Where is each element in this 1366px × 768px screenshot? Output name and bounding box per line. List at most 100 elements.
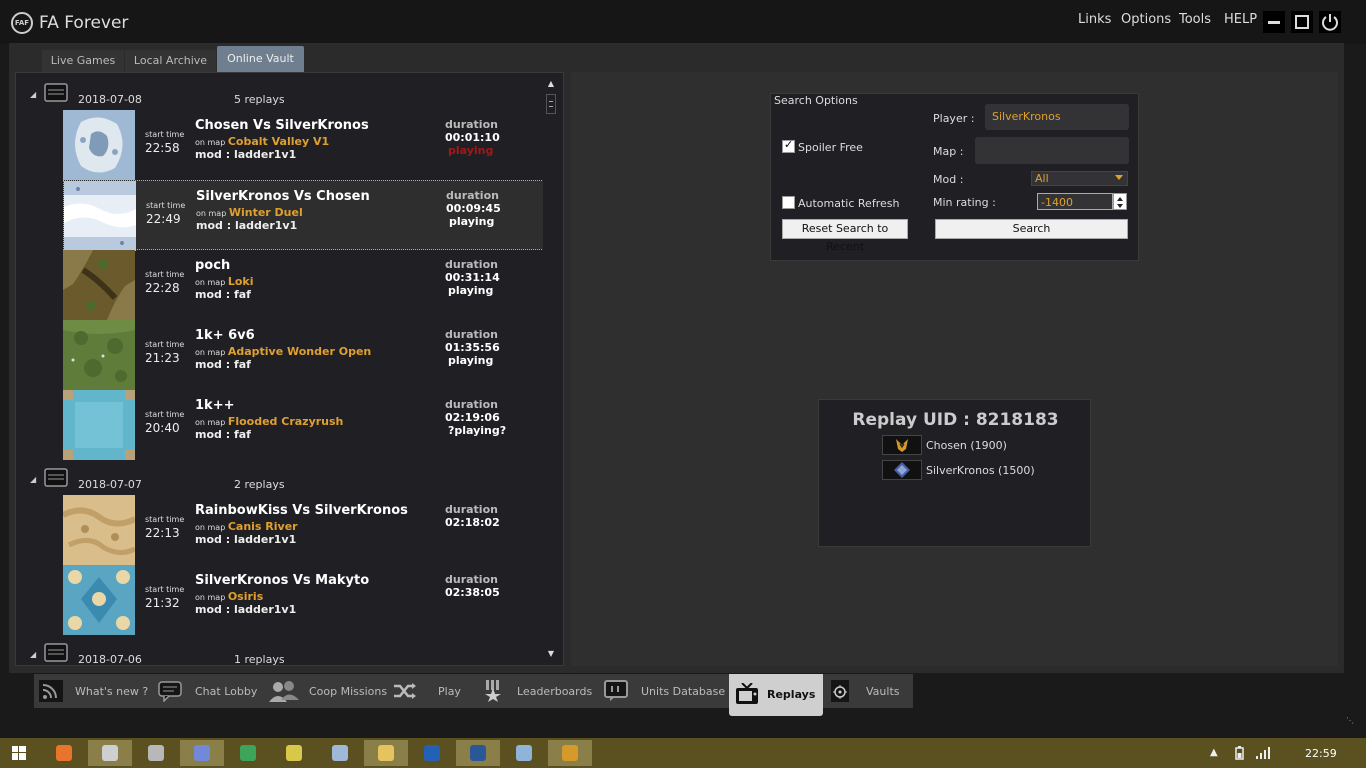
day-group-header[interactable]: ◢ 2018-07-08 5 replays (16, 81, 543, 111)
minimize-button[interactable] (1263, 11, 1285, 33)
min-rating-spinner[interactable] (1113, 193, 1127, 210)
on-map-label: on map (196, 209, 229, 218)
app-title: FA Forever (39, 13, 129, 33)
day-group-header[interactable]: ◢ 2018-07-07 2 replays (16, 466, 543, 496)
scroll-up-arrow-icon[interactable]: ▲ (543, 76, 559, 92)
duration-label: duration (445, 398, 498, 411)
reset-search-button[interactable]: Reset Search to Recent (782, 219, 908, 253)
tab-local-archive[interactable]: Local Archive (125, 50, 216, 72)
min-rating-input[interactable]: -1400 (1037, 193, 1113, 210)
taskbar-notepad-icon[interactable] (318, 740, 362, 766)
nav-label: Chat Lobby (195, 685, 258, 698)
taskbar-word-icon[interactable] (456, 740, 500, 766)
start-time: 22:13 (145, 526, 180, 540)
start-time: 22:49 (146, 212, 181, 226)
start-time: 21:32 (145, 596, 180, 610)
chat-icon (158, 681, 182, 702)
minimize-icon (1268, 21, 1280, 24)
player-label: Player : (933, 112, 975, 125)
menu-links[interactable]: Links (1078, 12, 1111, 27)
collapse-arrow-icon[interactable]: ◢ (30, 650, 36, 659)
tray-expand-icon[interactable]: ▲ (1210, 747, 1218, 758)
replay-title: 1k+ 6v6 (195, 328, 255, 343)
menu-tools[interactable]: Tools (1179, 12, 1211, 27)
notepad-app-icon (332, 745, 348, 761)
nav-chat-lobby[interactable]: Chat Lobby (155, 674, 263, 708)
collapse-arrow-icon[interactable]: ◢ (30, 90, 36, 99)
replay-item[interactable]: start time 22:58 Chosen Vs SilverKronos on … (63, 110, 544, 180)
automatic-refresh-checkbox[interactable] (782, 196, 795, 209)
tv-icon (736, 683, 758, 704)
network-signal-icon[interactable] (1255, 746, 1271, 760)
replay-title: poch (195, 258, 231, 273)
nav-vaults[interactable]: Vaults (824, 674, 913, 708)
replay-item[interactable]: start time 22:13 RainbowKiss Vs SilverKron… (63, 495, 544, 565)
replay-map-name: Canis River (227, 520, 298, 533)
map-thumbnail (63, 565, 135, 635)
maximize-button[interactable] (1291, 11, 1313, 33)
resize-grip-icon[interactable]: ⋱ (1346, 716, 1354, 725)
replay-title: Chosen Vs SilverKronos (195, 118, 369, 133)
search-options-box: Search Options Player : SilverKronos Spo… (770, 93, 1139, 261)
taskbar-paint-icon[interactable] (272, 740, 316, 766)
replay-uid-title: Replay UID : 8218183 (852, 410, 1059, 430)
replay-title: SilverKronos Vs Makyto (195, 573, 370, 588)
windows-start-icon[interactable] (12, 746, 26, 760)
taskbar-discord-icon[interactable] (180, 740, 224, 766)
replay-map-name: Loki (227, 275, 254, 288)
map-input[interactable] (975, 137, 1129, 164)
nav-units-database[interactable]: Units Database (596, 674, 728, 708)
menu-help[interactable]: HELP (1224, 12, 1257, 27)
nav-leaderboards[interactable]: Leaderboards (469, 674, 595, 708)
map-thumbnail (63, 495, 135, 565)
chrome-app-icon (240, 745, 256, 761)
player-input[interactable]: SilverKronos (985, 104, 1129, 130)
taskbar-archive-icon[interactable] (134, 740, 178, 766)
day-date: 2018-07-08 (78, 93, 142, 106)
tab-online-vault[interactable]: Online Vault (217, 46, 304, 72)
replay-item[interactable]: start time 22:28 poch on map Loki mod : faf d… (63, 250, 544, 320)
search-button[interactable]: Search (935, 219, 1128, 239)
battery-icon[interactable] (1232, 746, 1246, 760)
explorer-app-icon (378, 745, 394, 761)
taskbar-uplay-icon[interactable] (410, 740, 454, 766)
replay-item[interactable]: start time 21:23 1k+ 6v6 on map Adaptive Wo… (63, 320, 544, 390)
taskbar-faf-client-icon[interactable] (548, 740, 592, 766)
start-time-label: start time (145, 130, 185, 139)
mod-select[interactable]: All (1031, 171, 1128, 186)
nav-whats-new[interactable]: What's new ? (34, 674, 154, 708)
on-map-label: on map (195, 523, 228, 532)
replay-title: RainbowKiss Vs SilverKronos (195, 503, 408, 518)
spoiler-free-checkbox[interactable] (782, 138, 795, 153)
collapse-arrow-icon[interactable]: ◢ (30, 475, 36, 484)
vault-icon (831, 680, 849, 702)
start-time: 21:23 (145, 351, 180, 365)
taskbar-calculator-icon[interactable] (502, 740, 546, 766)
taskbar-chrome-icon[interactable] (226, 740, 270, 766)
taskbar-explorer-icon[interactable] (364, 740, 408, 766)
day-group-header[interactable]: ◢ 2018-07-06 1 replays (16, 641, 543, 671)
replay-item[interactable]: start time 20:40 1k++ on map Flooded Crazyr… (63, 390, 544, 460)
taskbar-faf-icon[interactable] (88, 740, 132, 766)
replay-status: playing (448, 144, 494, 157)
replay-list-scrollbar[interactable]: ▲ ▼ (543, 76, 559, 662)
rss-icon (39, 680, 63, 702)
spin-down-icon (1117, 204, 1123, 208)
replay-mod: mod : faf (195, 428, 251, 441)
nav-replays[interactable]: Replays (729, 674, 823, 716)
tab-live-games[interactable]: Live Games (42, 50, 124, 72)
scroll-thumb[interactable] (546, 94, 556, 114)
nav-label: Replays (767, 688, 816, 701)
close-button[interactable] (1319, 11, 1341, 33)
taskbar-clock[interactable]: 22:59 (1305, 747, 1337, 760)
replay-item[interactable]: start time 22:49 SilverKronos Vs Chosen on … (63, 180, 544, 251)
replay-title: SilverKronos Vs Chosen (196, 189, 370, 204)
scroll-down-arrow-icon[interactable]: ▼ (543, 646, 559, 662)
replay-mod: mod : faf (195, 288, 251, 301)
grip-lines-icon (549, 101, 553, 107)
replay-item[interactable]: start time 21:32 SilverKronos Vs Makyto on … (63, 565, 544, 635)
nav-play[interactable]: Play (383, 674, 468, 708)
nav-coop-missions[interactable]: Coop Missions (264, 674, 387, 708)
menu-options[interactable]: Options (1121, 12, 1171, 27)
taskbar-firefox-icon[interactable] (42, 740, 86, 766)
